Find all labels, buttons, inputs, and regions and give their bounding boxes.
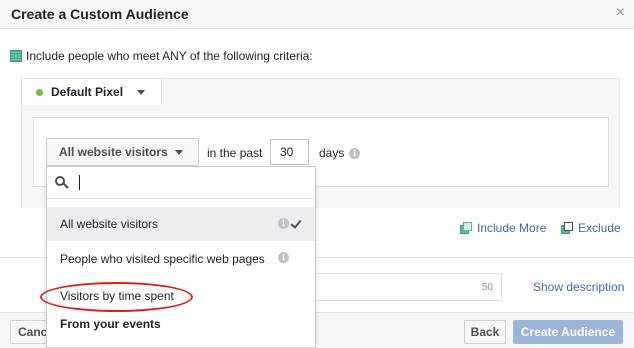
include-more-label: Include More: [477, 221, 547, 235]
days-input[interactable]: [270, 139, 309, 165]
info-icon[interactable]: i: [278, 252, 289, 263]
annotation-ellipse: [40, 282, 193, 312]
visitors-type-menu: All website visitors i People who visite…: [46, 166, 316, 348]
include-more-icon: [460, 222, 472, 234]
menu-item-specific-web-pages[interactable]: People who visited specific web pages i: [47, 242, 315, 276]
menu-search: [47, 167, 315, 199]
show-description-link[interactable]: Show description: [533, 280, 624, 294]
pixel-label: Default Pixel: [51, 85, 124, 99]
pixel-status-dot-icon: [36, 88, 43, 96]
include-more-button[interactable]: Include More: [460, 221, 546, 235]
menu-section-heading: From your events: [47, 307, 315, 341]
search-icon: [55, 176, 69, 189]
pixel-selector[interactable]: Default Pixel: [21, 78, 162, 105]
menu-item-all-website-visitors[interactable]: All website visitors i: [47, 207, 315, 241]
create-audience-button[interactable]: Create Audience: [513, 320, 623, 344]
criteria-square-icon: [10, 50, 22, 62]
criteria-row: Include people who meet ANY of the follo…: [10, 49, 313, 63]
criteria-label: Include people who meet ANY of the follo…: [26, 49, 313, 63]
char-count: 50: [481, 282, 493, 293]
exclude-button[interactable]: Exclude: [561, 221, 621, 235]
exclude-icon: [561, 222, 573, 234]
visitors-type-dropdown[interactable]: All website visitors: [46, 138, 199, 166]
menu-search-input[interactable]: [73, 172, 303, 194]
visitors-type-label: All website visitors: [59, 145, 168, 159]
exclude-label: Exclude: [578, 221, 621, 235]
chevron-down-icon: [174, 149, 183, 155]
dialog-header: Create a Custom Audience ×: [0, 0, 634, 29]
info-icon[interactable]: i: [349, 148, 360, 159]
days-label: days: [319, 146, 345, 160]
info-icon[interactable]: i: [278, 218, 289, 229]
back-button[interactable]: Back: [464, 320, 506, 344]
chevron-down-icon: [137, 89, 146, 95]
close-icon[interactable]: ×: [616, 5, 625, 21]
menu-item-label: People who visited specific web pages: [60, 252, 265, 266]
audience-name-input[interactable]: 50: [310, 273, 502, 301]
dialog-title: Create a Custom Audience: [11, 6, 189, 22]
in-the-past-label: in the past: [207, 146, 263, 160]
menu-item-label: All website visitors: [60, 217, 159, 231]
menu-heading-label: From your events: [60, 317, 161, 331]
checkmark-icon: [290, 217, 302, 229]
text-cursor: [79, 175, 80, 190]
